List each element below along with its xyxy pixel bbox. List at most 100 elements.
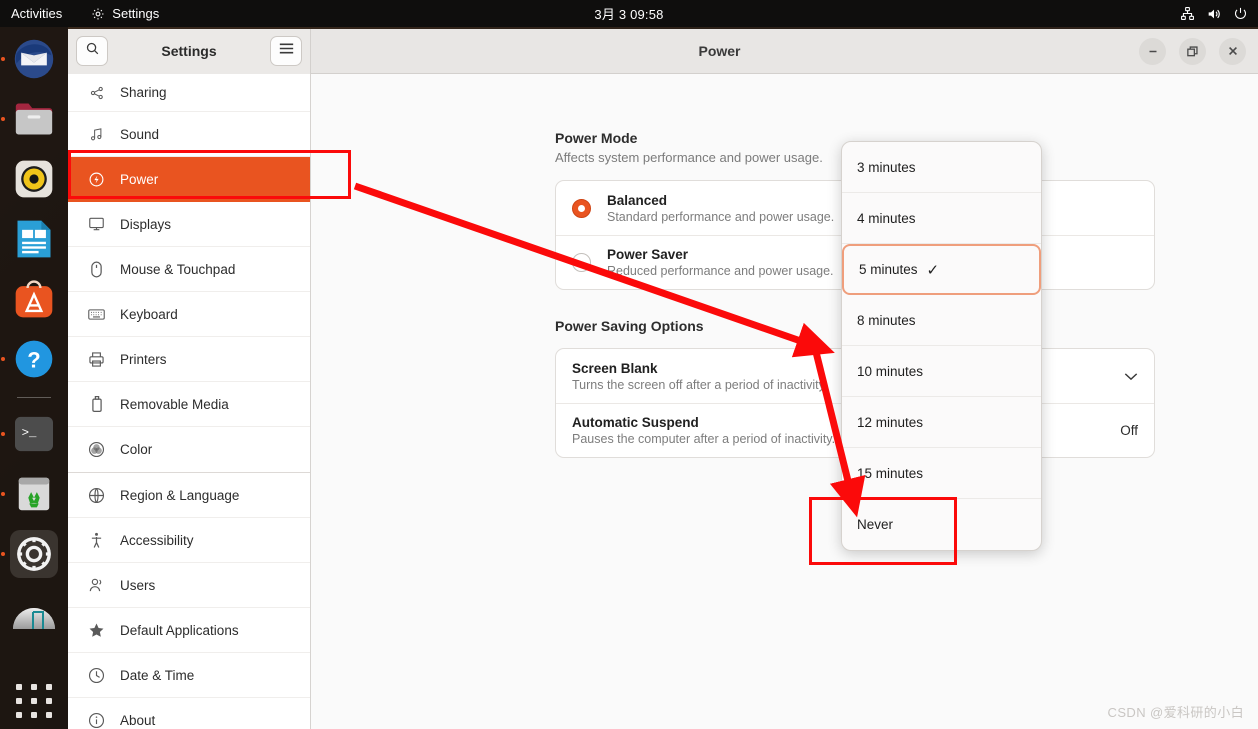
color-icon xyxy=(88,441,105,458)
search-button[interactable] xyxy=(76,36,108,66)
sidebar-item-label: Printers xyxy=(120,351,167,367)
power-settings-content: Power Mode Affects system performance an… xyxy=(312,74,1258,729)
menu-item-12-minutes[interactable]: 12 minutes xyxy=(842,397,1041,448)
menu-item-label: 8 minutes xyxy=(857,312,916,328)
grid-dot xyxy=(31,697,37,704)
dock-item-libreoffice-writer[interactable] xyxy=(10,215,58,263)
grid-dot xyxy=(16,711,22,718)
sidebar-item-label: Sharing xyxy=(120,85,167,100)
menu-item-label: 3 minutes xyxy=(857,159,916,175)
info-icon xyxy=(88,712,105,729)
main-menu-button[interactable] xyxy=(270,36,302,66)
accessibility-icon xyxy=(88,532,105,549)
show-applications-button[interactable] xyxy=(14,683,54,719)
maximize-button[interactable] xyxy=(1179,37,1206,65)
radio-balanced[interactable] xyxy=(572,198,591,218)
sidebar-item-removable-media[interactable]: Removable Media xyxy=(68,382,310,427)
menu-item-label: 5 minutes xyxy=(859,262,918,277)
screen-blank-dropdown-button[interactable] xyxy=(1124,369,1138,384)
sidebar-item-color[interactable]: Color xyxy=(68,427,310,472)
dock-item-thunderbird[interactable] xyxy=(10,35,58,83)
dock-item-terminal[interactable]: >_ xyxy=(10,410,58,458)
menu-item-label: 4 minutes xyxy=(857,210,916,226)
dock-separator xyxy=(17,397,51,398)
menu-item-3-minutes[interactable]: 3 minutes xyxy=(842,142,1041,193)
settings-sidebar[interactable]: Sharing Sound Power Displays Mouse & Tou… xyxy=(68,74,311,729)
sidebar-item-accessibility[interactable]: Accessibility xyxy=(68,518,310,563)
sidebar-item-mouse-touchpad[interactable]: Mouse & Touchpad xyxy=(68,247,310,292)
dock-item-files[interactable] xyxy=(10,95,58,143)
menu-item-label: 12 minutes xyxy=(857,414,924,430)
sidebar-item-region-language[interactable]: Region & Language xyxy=(68,473,310,518)
sidebar-item-label: Region & Language xyxy=(120,487,240,503)
sidebar-item-sharing[interactable]: Sharing xyxy=(68,74,310,112)
sidebar-item-label: Default Applications xyxy=(120,622,239,638)
minimize-button[interactable] xyxy=(1139,37,1166,65)
sidebar-item-users[interactable]: Users xyxy=(68,563,310,608)
grid-dot xyxy=(31,711,37,718)
sidebar-item-label: Sound xyxy=(120,126,160,142)
menu-item-5-minutes[interactable]: 5 minutes ✓ xyxy=(842,244,1041,295)
sidebar-item-default-applications[interactable]: Default Applications xyxy=(68,608,310,653)
sidebar-item-label: Accessibility xyxy=(120,532,194,548)
dock-item-help[interactable]: ? xyxy=(10,335,58,383)
menu-item-8-minutes[interactable]: 8 minutes xyxy=(842,295,1041,346)
menu-item-4-minutes[interactable]: 4 minutes xyxy=(842,193,1041,244)
sidebar-item-label: Date & Time xyxy=(120,667,195,683)
sidebar-item-about[interactable]: About xyxy=(68,698,310,729)
power-saving-title: Power Saving Options xyxy=(555,318,704,334)
grid-dot xyxy=(46,711,52,718)
dock-item-settings[interactable] xyxy=(10,530,58,578)
share-icon xyxy=(88,84,105,101)
search-icon xyxy=(85,41,100,61)
svg-text:?: ? xyxy=(27,347,40,372)
window-title: Power xyxy=(698,43,741,59)
menu-item-15-minutes[interactable]: 15 minutes xyxy=(842,448,1041,499)
printer-icon xyxy=(88,351,105,368)
sidebar-item-printers[interactable]: Printers xyxy=(68,337,310,382)
dock-item-disk-usage[interactable] xyxy=(10,590,58,638)
globe-icon xyxy=(88,487,105,504)
watermark-text: CSDN @爱科研的小白 xyxy=(1107,705,1244,720)
window-controls xyxy=(1139,37,1246,65)
power-icon xyxy=(88,171,105,188)
radio-power-saver[interactable] xyxy=(572,253,591,272)
sidebar-item-date-time[interactable]: Date & Time xyxy=(68,653,310,698)
gnome-top-bar: Activities Settings 3月 3 09:58 xyxy=(0,0,1258,27)
checkmark-icon: ✓ xyxy=(926,261,940,279)
settings-window: Settings Power Sharing Sound Power Displ… xyxy=(68,29,1258,729)
dock-item-ubuntu-software[interactable] xyxy=(10,275,58,323)
sidebar-item-power[interactable]: Power xyxy=(68,157,310,202)
automatic-suspend-value[interactable]: Off xyxy=(1120,423,1138,438)
volume-icon[interactable] xyxy=(1206,6,1222,22)
hamburger-menu-icon xyxy=(279,42,294,60)
sidebar-item-displays[interactable]: Displays xyxy=(68,202,310,247)
desktop-screen: Activities Settings 3月 3 09:58 ? >_ Sett… xyxy=(0,0,1258,729)
sidebar-item-label: Keyboard xyxy=(120,306,178,322)
option-title: Balanced xyxy=(607,192,668,208)
menu-item-label: 15 minutes xyxy=(857,465,924,481)
mouse-icon xyxy=(88,261,105,278)
dock-item-trash[interactable] xyxy=(10,470,58,518)
usb-drive-icon xyxy=(88,396,105,413)
grid-dot xyxy=(46,684,52,691)
network-icon[interactable] xyxy=(1180,6,1195,21)
system-tray[interactable] xyxy=(1180,6,1248,22)
users-icon xyxy=(88,577,105,594)
screen-blank-duration-menu[interactable]: 3 minutes 4 minutes 5 minutes ✓ 8 minute… xyxy=(841,141,1042,551)
panel-title: Settings xyxy=(161,43,217,59)
dock-item-rhythmbox[interactable] xyxy=(10,155,58,203)
menu-item-10-minutes[interactable]: 10 minutes xyxy=(842,346,1041,397)
sidebar-item-sound[interactable]: Sound xyxy=(68,112,310,157)
sidebar-item-keyboard[interactable]: Keyboard xyxy=(68,292,310,337)
sidebar-item-label: Power xyxy=(120,171,159,187)
sidebar-header: Settings xyxy=(68,29,311,74)
grid-dot xyxy=(16,697,22,704)
menu-item-never[interactable]: Never xyxy=(842,499,1041,550)
clock-button[interactable]: 3月 3 09:58 xyxy=(0,4,1258,23)
grid-dot xyxy=(31,684,37,691)
clock-icon xyxy=(88,667,105,684)
power-menu-icon[interactable] xyxy=(1233,6,1248,21)
grid-dot xyxy=(16,684,22,691)
close-button[interactable] xyxy=(1219,37,1246,65)
